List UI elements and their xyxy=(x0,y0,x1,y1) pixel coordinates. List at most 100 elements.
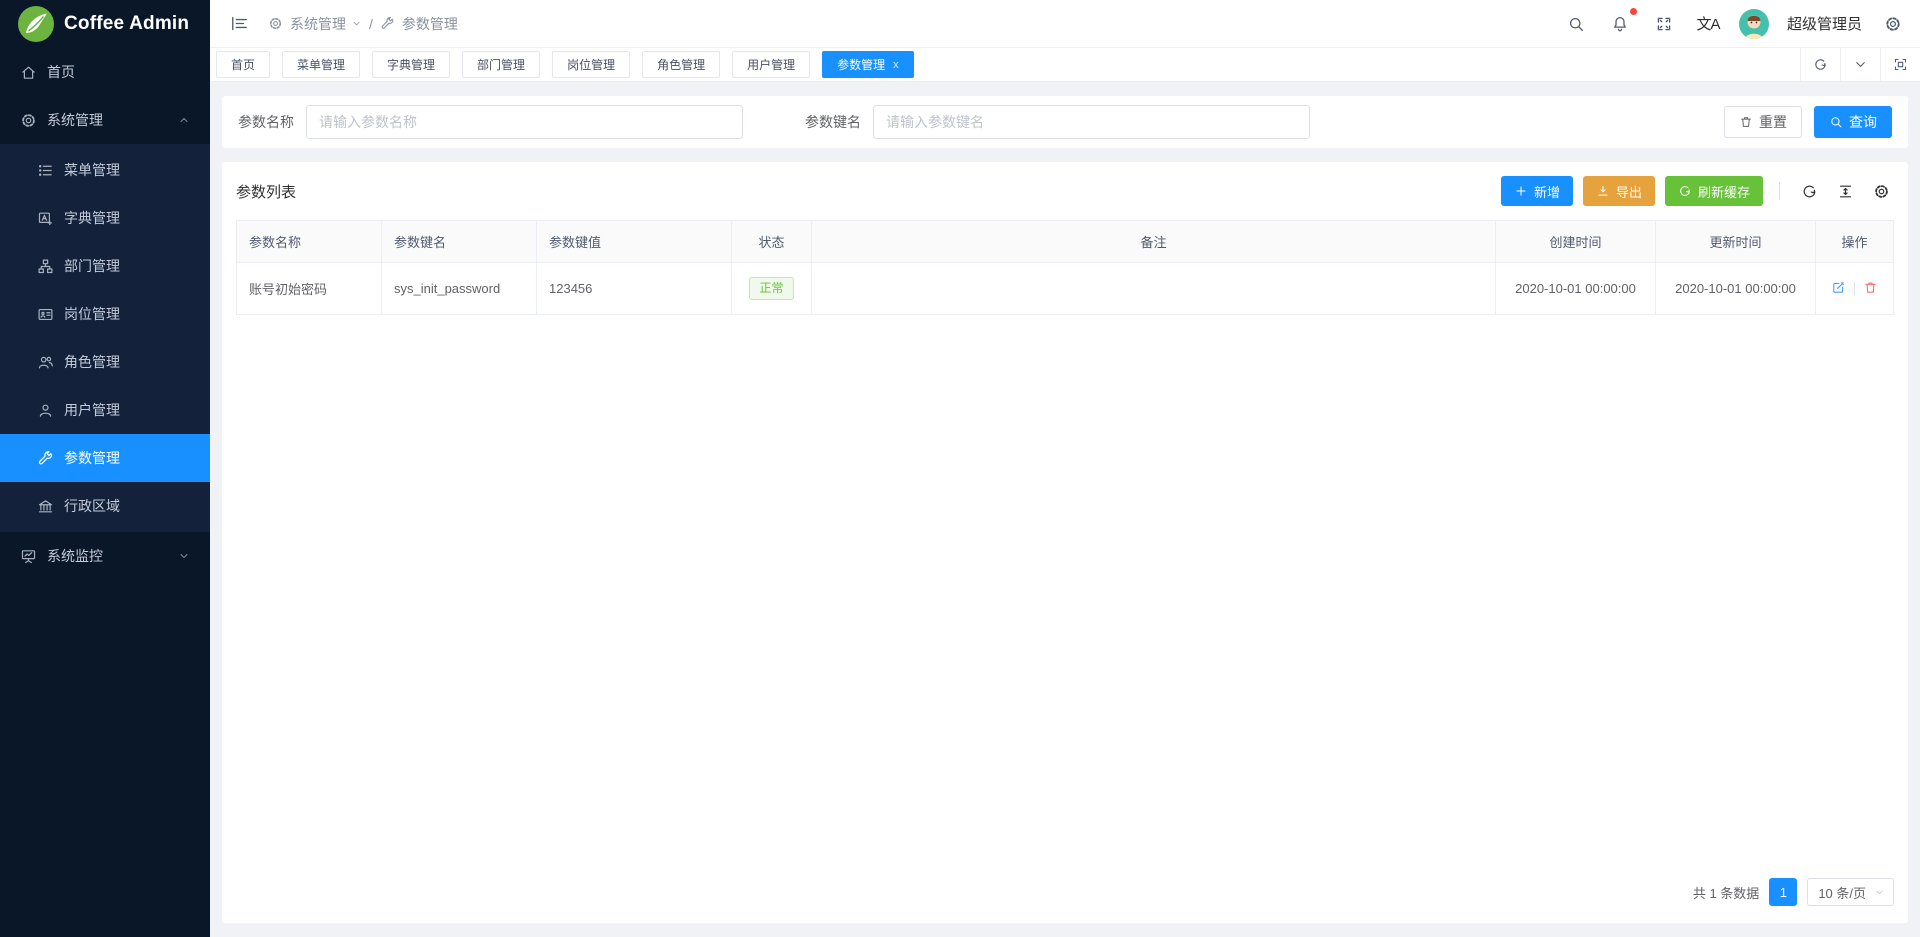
gear-icon xyxy=(20,112,37,129)
translate-button[interactable]: 文A xyxy=(1695,11,1721,37)
bell-icon xyxy=(1611,15,1629,33)
col-actions: 操作 xyxy=(1816,221,1894,263)
tab-post-mgmt[interactable]: 岗位管理 xyxy=(552,51,630,78)
tab-label: 字典管理 xyxy=(387,56,435,73)
notifications-button[interactable] xyxy=(1607,11,1633,37)
maximize-content-button[interactable] xyxy=(1880,48,1920,81)
search-button[interactable] xyxy=(1563,11,1589,37)
settings-button[interactable] xyxy=(1880,11,1906,37)
tab-param-mgmt[interactable]: 参数管理 x xyxy=(822,51,914,78)
sidebar-menu: 首页 系统管理 菜单管理 字典管理 部门管理 xyxy=(0,48,210,937)
export-button[interactable]: 导出 xyxy=(1583,176,1655,206)
tab-label: 岗位管理 xyxy=(567,56,615,73)
pagination: 共 1 条数据 1 10 条/页 xyxy=(236,867,1894,923)
trash-icon xyxy=(1739,115,1753,129)
param-key-input[interactable] xyxy=(873,105,1310,139)
sidebar-item-post-mgmt[interactable]: 岗位管理 xyxy=(0,290,210,338)
gear-icon xyxy=(1873,183,1890,200)
sidebar-item-home[interactable]: 首页 xyxy=(0,48,210,96)
add-label: 新增 xyxy=(1534,182,1560,201)
status-badge: 正常 xyxy=(749,277,793,299)
sidebar-item-dept-mgmt[interactable]: 部门管理 xyxy=(0,242,210,290)
chevron-down-icon xyxy=(351,18,362,29)
sidebar-item-label: 字典管理 xyxy=(64,208,120,228)
sidebar-item-user-mgmt[interactable]: 用户管理 xyxy=(0,386,210,434)
chevron-down-icon xyxy=(1853,57,1868,72)
sidebar-item-menu-mgmt[interactable]: 菜单管理 xyxy=(0,146,210,194)
row-height-icon xyxy=(1837,183,1854,200)
cell-remark xyxy=(812,263,1496,315)
download-icon xyxy=(1596,184,1610,198)
sidebar-item-role-mgmt[interactable]: 角色管理 xyxy=(0,338,210,386)
breadcrumb-current: 参数管理 xyxy=(402,14,458,34)
tab-home[interactable]: 首页 xyxy=(216,51,270,78)
user-icon xyxy=(37,402,54,419)
form-buttons: 重置 查询 xyxy=(1724,106,1892,138)
plus-icon xyxy=(1514,184,1528,198)
sidebar-item-param-mgmt[interactable]: 参数管理 xyxy=(0,434,210,482)
maximize-icon xyxy=(1893,57,1908,72)
trash-icon xyxy=(1863,280,1878,295)
collapse-sidebar-button[interactable] xyxy=(226,11,252,37)
user-name[interactable]: 超级管理员 xyxy=(1787,13,1862,34)
column-settings-button[interactable] xyxy=(1868,178,1894,204)
chevron-up-icon xyxy=(178,114,190,126)
sidebar-submenu-system: 菜单管理 字典管理 部门管理 岗位管理 角色管理 xyxy=(0,144,210,532)
sidebar-item-system-mgmt[interactable]: 系统管理 xyxy=(0,96,210,144)
sidebar-item-label: 系统管理 xyxy=(47,110,103,130)
row-density-button[interactable] xyxy=(1832,178,1858,204)
pagination-total: 共 1 条数据 xyxy=(1693,883,1759,902)
list-icon xyxy=(37,162,54,179)
page-size-select[interactable]: 10 条/页 xyxy=(1807,878,1894,906)
monitor-icon xyxy=(20,548,37,565)
translate-icon: 文A xyxy=(1696,13,1719,34)
leaf-logo-icon xyxy=(18,6,54,42)
sidebar-item-system-monitor[interactable]: 系统监控 xyxy=(0,532,210,580)
tab-bar: 首页 菜单管理 字典管理 部门管理 岗位管理 角色管理 用户管理 参数管理 x xyxy=(210,48,1920,82)
tab-dict-mgmt[interactable]: 字典管理 xyxy=(372,51,450,78)
dictionary-icon xyxy=(37,210,54,227)
param-name-input[interactable] xyxy=(306,105,743,139)
sidebar-item-dict-mgmt[interactable]: 字典管理 xyxy=(0,194,210,242)
add-button[interactable]: 新增 xyxy=(1501,176,1573,206)
avatar-image xyxy=(1739,9,1769,39)
sidebar-item-region[interactable]: 行政区域 xyxy=(0,482,210,530)
sidebar-item-label: 用户管理 xyxy=(64,400,120,420)
chevron-down-icon xyxy=(1874,887,1885,898)
cell-actions xyxy=(1816,263,1894,315)
tab-user-mgmt[interactable]: 用户管理 xyxy=(732,51,810,78)
tab-menu-mgmt[interactable]: 菜单管理 xyxy=(282,51,360,78)
sidebar-item-label: 行政区域 xyxy=(64,496,120,516)
fullscreen-button[interactable] xyxy=(1651,11,1677,37)
refresh-cache-button[interactable]: 刷新缓存 xyxy=(1665,176,1763,206)
wrench-icon xyxy=(37,450,54,467)
content: 参数名称 参数键名 重置 查询 参数列表 xyxy=(210,82,1920,937)
table-row: 账号初始密码 sys_init_password 123456 正常 2020-… xyxy=(237,263,1894,315)
tab-label: 参数管理 xyxy=(837,56,885,73)
search-icon xyxy=(1567,15,1585,33)
col-param-value: 参数键值 xyxy=(537,221,732,263)
query-button[interactable]: 查询 xyxy=(1814,106,1892,138)
page-1-button[interactable]: 1 xyxy=(1769,878,1797,906)
delete-row-button[interactable] xyxy=(1863,280,1878,298)
avatar[interactable] xyxy=(1739,9,1769,39)
refresh-table-button[interactable] xyxy=(1796,178,1822,204)
breadcrumb-system-mgmt[interactable]: 系统管理 xyxy=(290,14,362,34)
edit-row-button[interactable] xyxy=(1831,280,1846,298)
notification-dot xyxy=(1630,8,1637,15)
tab-options-button[interactable] xyxy=(1840,48,1880,81)
cell-status: 正常 xyxy=(732,263,812,315)
tab-dept-mgmt[interactable]: 部门管理 xyxy=(462,51,540,78)
tab-close-icon[interactable]: x xyxy=(893,59,899,71)
col-created: 创建时间 xyxy=(1496,221,1656,263)
table-header-row: 参数名称 参数键名 参数键值 状态 备注 创建时间 更新时间 操作 xyxy=(237,221,1894,263)
cell-param-name: 账号初始密码 xyxy=(237,263,382,315)
tab-label: 菜单管理 xyxy=(297,56,345,73)
tab-role-mgmt[interactable]: 角色管理 xyxy=(642,51,720,78)
chevron-down-icon xyxy=(178,550,190,562)
tab-label: 用户管理 xyxy=(747,56,795,73)
search-form-card: 参数名称 参数键名 重置 查询 xyxy=(222,96,1908,148)
refresh-tab-button[interactable] xyxy=(1800,48,1840,81)
param-name-label: 参数名称 xyxy=(238,112,294,132)
reset-button[interactable]: 重置 xyxy=(1724,106,1802,138)
